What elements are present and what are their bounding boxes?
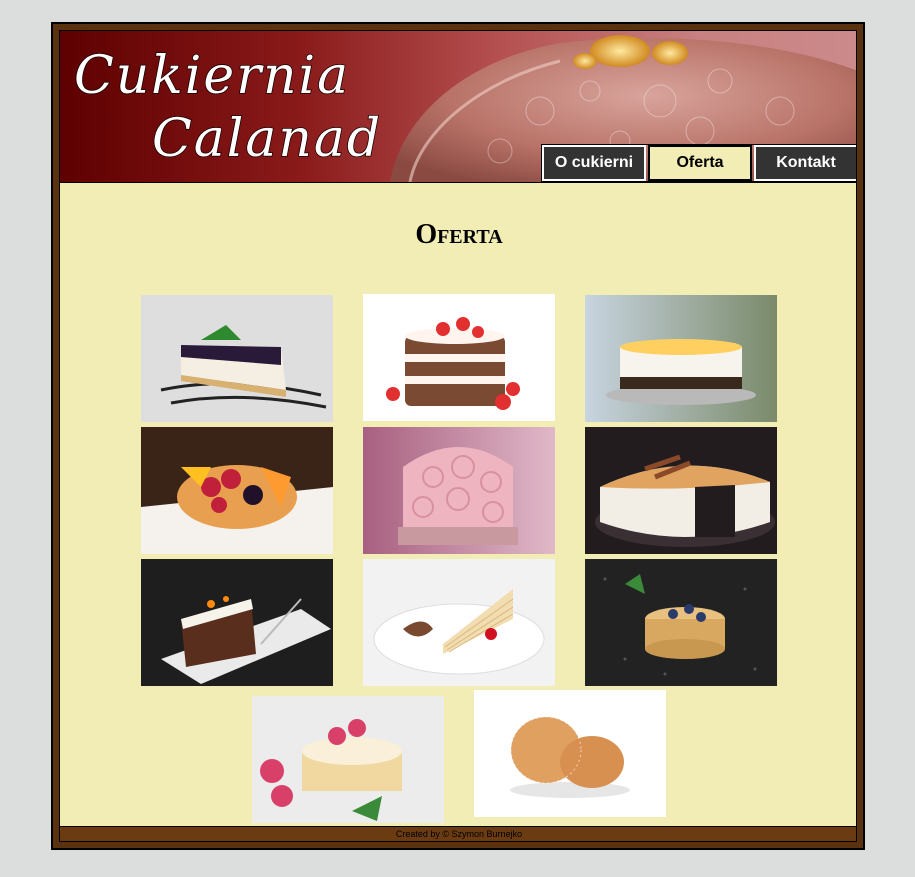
header-banner: Cukiernia Calanad O cukierni Oferta Kont… — [60, 31, 856, 183]
sugar-donuts-photo — [474, 690, 666, 817]
blueberry-cheesecake-photo — [141, 295, 333, 422]
carrot-cake-slice-photo — [141, 559, 333, 686]
main-nav: O cukierni Oferta Kontakt — [541, 144, 856, 182]
nav-kontakt[interactable]: Kontakt — [754, 145, 856, 181]
nav-o-cukierni[interactable]: O cukierni — [542, 145, 646, 181]
pancake-stack-photo — [585, 559, 777, 686]
crepe-cake-slice-photo — [363, 559, 555, 686]
page-title: Oferta — [415, 219, 503, 250]
footer-credit: Created by © Szymon Burnejko — [60, 826, 856, 841]
nav-oferta[interactable]: Oferta — [648, 145, 752, 181]
strawberry-layer-cake-photo — [363, 294, 555, 421]
content-area: Cukiernia Calanad O cukierni Oferta Kont… — [59, 30, 857, 842]
pink-rose-cake-photo — [363, 427, 555, 554]
brand-line2: Calanad — [152, 109, 382, 169]
page-frame: Cukiernia Calanad O cukierni Oferta Kont… — [51, 22, 865, 850]
fruit-cheesecake-photo — [585, 295, 777, 422]
brand-logo: Cukiernia Calanad — [73, 45, 382, 170]
fruit-tart-photo — [141, 427, 333, 554]
brand-line1: Cukiernia — [74, 46, 350, 106]
raspberry-pancakes-photo — [252, 696, 444, 823]
meringue-cheesecake-photo — [585, 427, 777, 554]
